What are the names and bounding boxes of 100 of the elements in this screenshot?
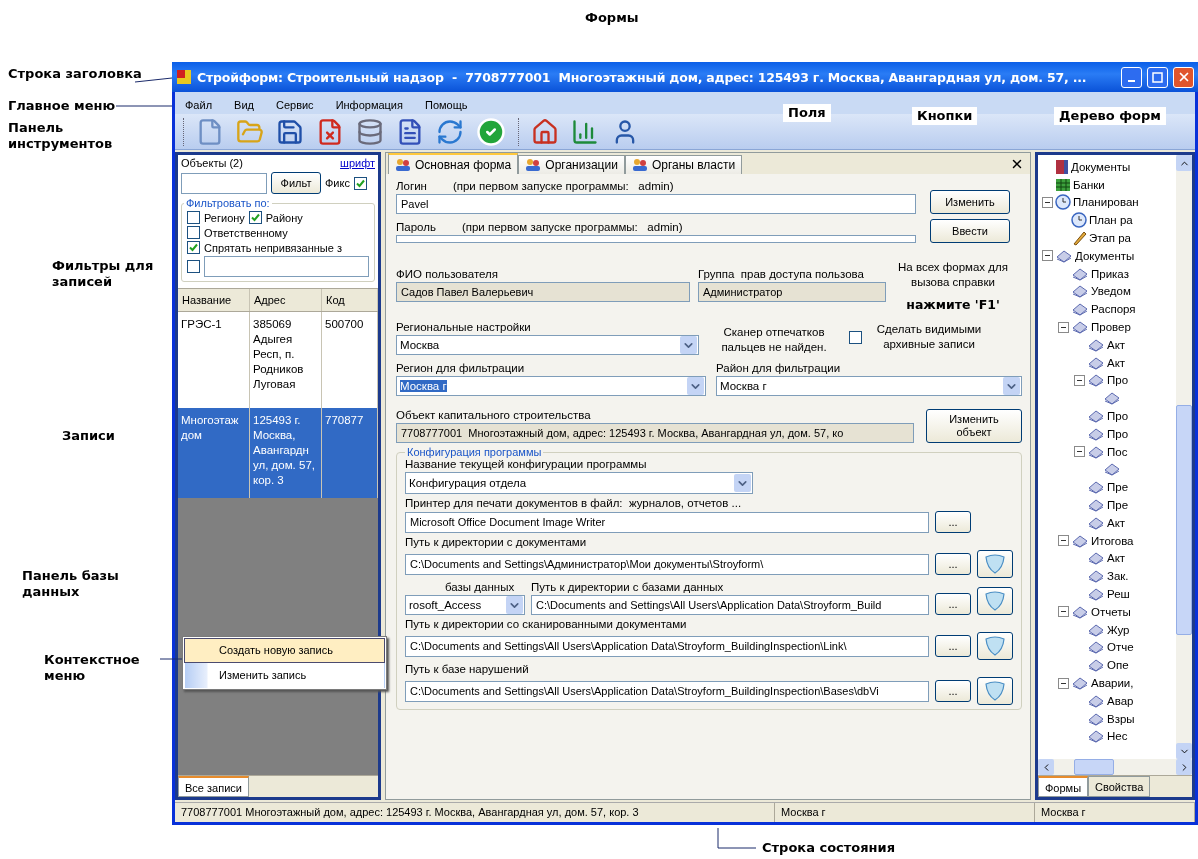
tree-item[interactable]: Реш [1107,588,1130,600]
browse-button[interactable]: ... [935,553,971,575]
dropdown[interactable]: Москва г [396,376,706,396]
column-header[interactable]: Адрес [250,289,322,311]
menu-item[interactable]: Файл [185,99,213,111]
column-header[interactable]: Код [322,289,378,311]
tab[interactable]: Основная форма [388,153,519,174]
tree-item[interactable]: Итогова [1091,534,1134,547]
browse-button[interactable]: ... [935,635,971,657]
tab[interactable]: Органы власти [624,155,743,174]
tree-item[interactable]: Нес [1107,730,1128,743]
dropdown[interactable]: Москва г [716,376,1022,396]
tree-item[interactable]: Распоря [1091,303,1136,316]
table-row[interactable]: Многоэтаж дом 125493 г. Москва, Авангардн ул, дом. 57, кор. 3 770877 [178,408,378,498]
tree-item[interactable]: Документы [1075,249,1135,262]
tree-item[interactable]: Аварии, [1091,677,1134,689]
dropdown[interactable]: Москва [396,335,699,355]
collapse-icon[interactable] [1042,250,1053,262]
menu-item[interactable]: Помощь [425,99,468,111]
tab[interactable]: Все записи [178,776,249,797]
tree-item[interactable]: Акт [1107,356,1126,369]
minimize-button[interactable] [1121,66,1142,88]
collapse-icon[interactable] [1058,677,1069,689]
checkbox[interactable] [248,211,262,224]
tree-item[interactable]: Авар [1107,694,1134,707]
tree-item[interactable]: Про [1107,374,1129,387]
tree-item[interactable]: Банки [1073,178,1105,191]
collapse-icon[interactable] [1058,606,1069,618]
tree-item[interactable]: Документы [1071,160,1131,173]
checkbox[interactable] [187,211,200,224]
tree-item[interactable]: Пре [1107,499,1129,512]
scrollbar[interactable] [1176,155,1192,759]
text-field[interactable] [204,256,369,277]
filter-button[interactable]: Фильт [271,172,321,194]
bar-chart-icon [571,117,599,146]
text-field[interactable]: Microsoft Office Document Image Writer [405,511,929,533]
menu-item[interactable]: Сервис [275,99,314,111]
checkbox[interactable] [187,260,200,273]
action-button[interactable]: Изменить [930,190,1010,214]
tree-item[interactable]: Акт [1107,516,1126,529]
menu-item[interactable]: Информация [335,99,403,111]
collapse-icon[interactable] [1074,446,1085,458]
tree-item[interactable]: План ра [1089,214,1133,227]
tab[interactable]: Формы [1038,776,1089,797]
path-field[interactable]: C:\Documents and Settings\All Users\Application Data\Stroyform_BuildingInspection\Bases\dbVi [405,680,929,702]
tree-item[interactable]: Отче [1107,641,1134,654]
text-field[interactable]: Pavel [396,194,916,214]
dropdown[interactable]: Конфигурация отдела [405,472,753,494]
tab[interactable]: Организации [518,155,625,174]
browse-button[interactable]: ... [935,511,971,533]
browse-button[interactable]: ... [935,680,971,702]
tree-item[interactable]: Приказ [1091,267,1129,280]
collapse-icon[interactable] [1074,374,1085,386]
tree-item[interactable]: Пре [1107,481,1129,494]
browse-button[interactable]: ... [935,593,971,615]
close-button[interactable] [1173,66,1194,88]
column-header[interactable]: Название [178,289,250,311]
tree-item[interactable]: Акт [1107,338,1126,351]
tree-item[interactable]: Жур [1107,623,1130,636]
context-menu-item[interactable]: Изменить запись [184,663,385,688]
field-label: базы данных [444,581,516,593]
checkbox[interactable] [187,226,200,239]
collapse-icon[interactable] [1058,321,1069,333]
maximize-button[interactable] [1147,66,1168,88]
password-field[interactable] [396,235,916,243]
path-field[interactable]: C:\Documents and Settings\All Users\Application Data\Stroyform_Build [531,595,929,615]
path-field[interactable]: C:\Documents and Settings\Администратор\Мои документы\Stroyform\ [405,553,929,575]
font-link[interactable]: шрифт [340,157,375,169]
tree-item[interactable]: Про [1107,410,1129,423]
tree-item[interactable]: Планирован [1073,196,1139,209]
collapse-icon[interactable] [1058,535,1069,547]
table-row[interactable]: ГРЭС-1 385069 Адыгея Респ, п. Родников Луговая 500700 [178,312,378,408]
tree-item[interactable]: Отчеты [1091,605,1131,618]
collapse-icon[interactable] [1042,197,1053,208]
tree-item[interactable]: Опе [1107,659,1129,672]
context-menu-item[interactable]: Создать новую запись [184,638,385,663]
dropdown[interactable]: rosoft_Access [405,595,525,615]
menu-item[interactable]: Вид [234,99,254,111]
checkbox[interactable] [849,330,862,344]
tree-item[interactable]: Зак. [1107,570,1129,583]
shield-button[interactable] [977,677,1013,705]
tree-item[interactable]: Пос [1107,445,1128,458]
path-field[interactable]: C:\Documents and Settings\All Users\Application Data\Stroyform_BuildingInspection\Link\ [405,635,929,657]
close-icon[interactable] [1010,157,1024,171]
tab[interactable]: Свойства [1088,776,1151,797]
filter-field[interactable] [181,172,267,194]
tree-item[interactable]: Этап ра [1089,232,1131,245]
tree-item[interactable]: Взры [1107,712,1135,725]
checkbox[interactable] [353,176,367,190]
tree-item[interactable]: Провер [1091,321,1131,334]
shield-button[interactable] [977,632,1013,660]
checkbox[interactable] [187,241,200,254]
tree-item[interactable]: Про [1107,427,1129,440]
shield-button[interactable] [977,550,1013,578]
tree-item[interactable]: Акт [1107,552,1126,565]
tree-item[interactable]: Уведом [1091,285,1131,298]
action-button[interactable]: Ввести [930,219,1010,243]
action-button[interactable]: Изменить объект [926,409,1022,443]
shield-button[interactable] [977,587,1013,615]
scrollbar[interactable] [1038,759,1192,775]
